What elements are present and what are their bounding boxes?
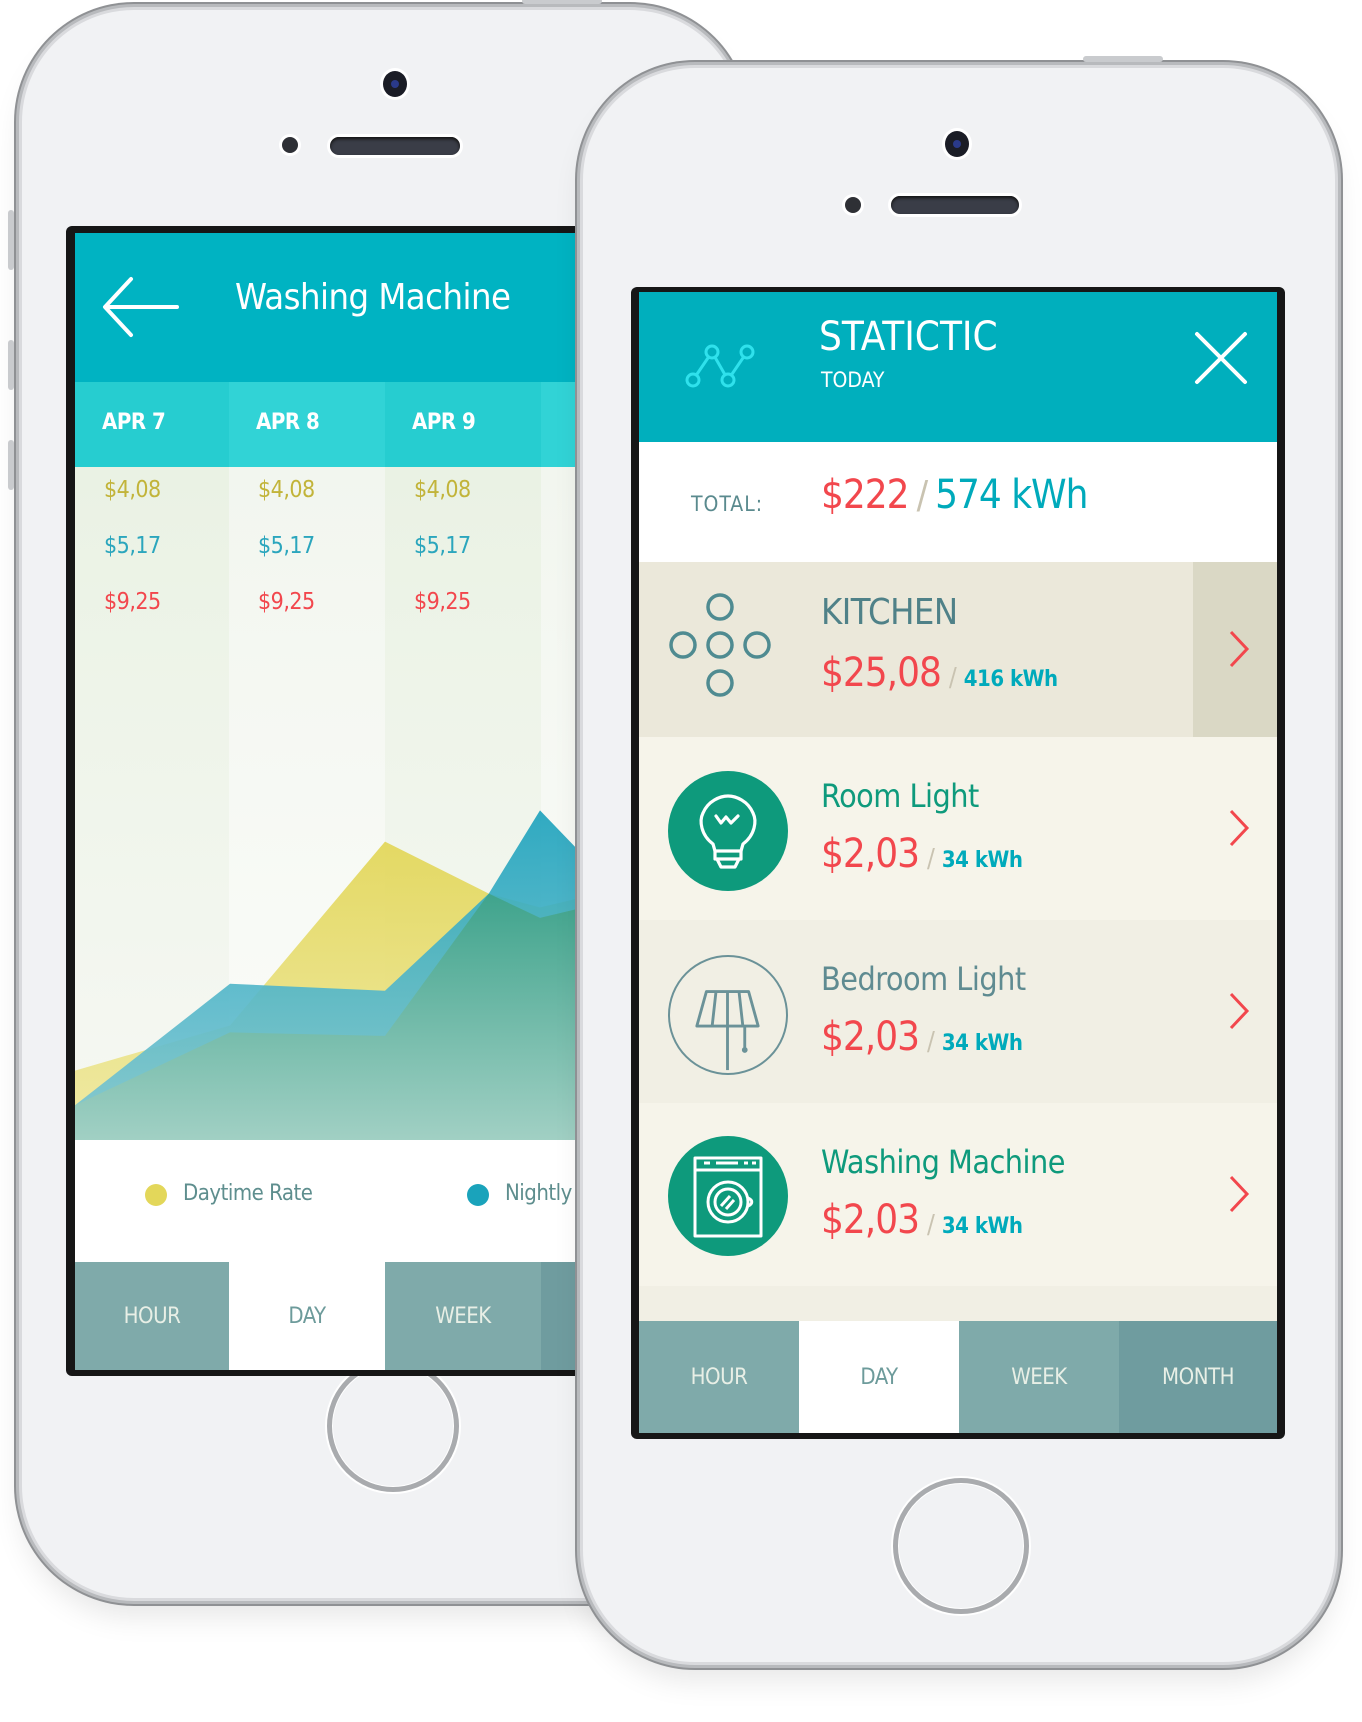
arrow-left-icon[interactable]	[101, 275, 181, 339]
separator: /	[927, 1210, 935, 1240]
row-cost-line: $2,03/34 kWh	[821, 831, 1023, 877]
power-button	[522, 0, 602, 4]
tab-label: WEEK	[1011, 1364, 1067, 1390]
home-button[interactable]	[327, 1360, 459, 1492]
separator: /	[948, 663, 957, 693]
date-column-apr7[interactable]: APR 7	[75, 382, 229, 467]
tab-day[interactable]: DAY	[799, 1321, 959, 1433]
total-value: $222/574 kWh	[821, 472, 1088, 518]
row-energy: 34 kWh	[941, 848, 1023, 873]
home-button[interactable]	[893, 1478, 1029, 1614]
row-energy: 34 kWh	[941, 1214, 1023, 1239]
legend-nightly-dot	[467, 1184, 489, 1206]
daytime-cost: $4,08	[258, 477, 315, 503]
row-cost-line: $2,03/34 kWh	[821, 1014, 1023, 1060]
legend-nightly-label: Nightly	[505, 1181, 572, 1206]
total-summary: TOTAL: $222/574 kWh	[639, 442, 1277, 562]
statistics-line-icon	[685, 344, 755, 388]
washing-machine-icon	[668, 1136, 788, 1256]
page-title: Washing Machine	[235, 277, 511, 318]
right-app-header: STATICTIC TODAY	[639, 292, 1277, 442]
tab-label: HOUR	[123, 1303, 181, 1329]
total-cost: $9,25	[104, 589, 161, 615]
close-icon[interactable]	[1191, 328, 1251, 388]
daytime-cost: $4,08	[104, 477, 161, 503]
list-item-partial	[639, 1286, 1277, 1321]
row-energy: 34 kWh	[941, 1031, 1023, 1056]
front-camera	[945, 131, 969, 157]
volume-up-button	[8, 340, 14, 390]
left-app-header: Washing Machine	[75, 233, 626, 382]
row-name: Washing Machine	[821, 1143, 1066, 1181]
tab-hour[interactable]: HOUR	[75, 1262, 229, 1370]
legend-daytime-dot	[145, 1184, 167, 1206]
date-column-apr8[interactable]: APR 8	[229, 382, 385, 467]
row-name: Room Light	[821, 777, 979, 815]
row-cost: $2,03	[821, 1014, 920, 1060]
earpiece-speaker	[891, 196, 1019, 214]
list-item-room-light[interactable]: Room Light $2,03/34 kWh	[639, 737, 1277, 920]
list-item-washing-machine[interactable]: Washing Machine $2,03/34 kWh	[639, 1103, 1277, 1286]
power-button	[1083, 56, 1163, 62]
floor-lamp-icon	[668, 955, 788, 1075]
tab-week[interactable]: WEEK	[385, 1262, 541, 1370]
left-period-tabs: HOUR DAY WEEK	[75, 1262, 626, 1370]
total-energy: 574 kWh	[935, 472, 1088, 518]
separator: /	[916, 473, 928, 517]
chevron-right-icon[interactable]	[1219, 986, 1259, 1036]
date-label: APR 7	[102, 410, 166, 435]
separator: /	[927, 844, 935, 874]
date-column-apr9[interactable]: APR 9	[385, 382, 541, 467]
row-cost: $2,03	[821, 1197, 920, 1243]
usage-area-chart	[75, 810, 626, 1140]
list-item-bedroom-light[interactable]: Bedroom Light $2,03/34 kWh	[639, 920, 1277, 1103]
row-cost: $25,08	[821, 650, 942, 696]
legend-daytime-label: Daytime Rate	[183, 1181, 313, 1206]
tab-label: DAY	[288, 1303, 326, 1329]
chevron-right-icon[interactable]	[1219, 803, 1259, 853]
page-subtitle: TODAY	[821, 368, 885, 392]
row-cost: $2,03	[821, 831, 920, 877]
right-period-tabs: HOUR DAY WEEK MONTH	[639, 1321, 1277, 1433]
nightly-cost: $5,17	[258, 533, 315, 559]
date-label: APR 8	[256, 410, 320, 435]
tab-day[interactable]: DAY	[229, 1262, 385, 1370]
total-label: TOTAL:	[691, 492, 764, 516]
earpiece-speaker	[330, 137, 460, 155]
row-cost-line: $25,08/416 kWh	[821, 650, 1058, 696]
chevron-right-icon[interactable]	[1219, 624, 1259, 674]
nightly-cost: $5,17	[104, 533, 161, 559]
lightbulb-icon	[668, 771, 788, 891]
tab-label: MONTH	[1162, 1364, 1234, 1390]
chart-legend: Daytime Rate Nightly	[75, 1140, 626, 1262]
right-screen: STATICTIC TODAY TOTAL: $222/574 kWh KITC…	[631, 287, 1285, 1439]
row-name: KITCHEN	[821, 592, 958, 633]
tab-hour[interactable]: HOUR	[639, 1321, 799, 1433]
row-name: Bedroom Light	[821, 960, 1026, 998]
total-cost: $222	[821, 472, 910, 518]
tab-month[interactable]: MONTH	[1119, 1321, 1277, 1433]
tab-label: HOUR	[690, 1364, 748, 1390]
row-energy: 416 kWh	[963, 667, 1058, 692]
volume-down-button	[8, 440, 14, 490]
chevron-right-icon[interactable]	[1219, 1169, 1259, 1219]
separator: /	[927, 1027, 935, 1057]
tab-label: WEEK	[435, 1303, 491, 1329]
proximity-sensor	[282, 137, 298, 153]
left-screen: Washing Machine APR 7 APR 8 APR 9 $4,08 …	[66, 226, 626, 1376]
proximity-sensor	[845, 197, 861, 213]
mute-switch	[8, 210, 14, 270]
nightly-cost: $5,17	[414, 533, 471, 559]
total-cost: $9,25	[414, 589, 471, 615]
front-camera	[383, 71, 407, 97]
kitchen-burners-icon	[669, 593, 771, 697]
list-item-kitchen[interactable]: KITCHEN $25,08/416 kWh	[639, 562, 1277, 737]
tab-week[interactable]: WEEK	[959, 1321, 1119, 1433]
total-cost: $9,25	[258, 589, 315, 615]
daytime-cost: $4,08	[414, 477, 471, 503]
date-label: APR 9	[412, 410, 476, 435]
tab-label: DAY	[860, 1364, 898, 1390]
row-cost-line: $2,03/34 kWh	[821, 1197, 1023, 1243]
page-title: STATICTIC	[819, 314, 998, 360]
